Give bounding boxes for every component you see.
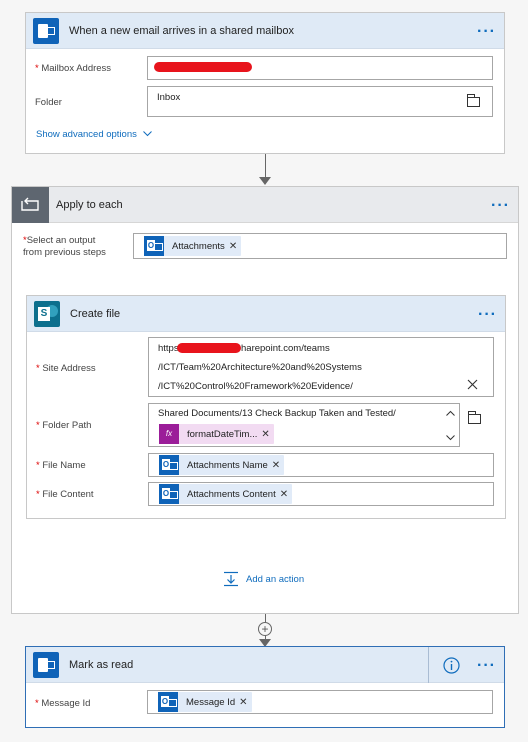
mark-as-read-title: Mark as read [69, 659, 134, 671]
outlook-icon [33, 652, 59, 678]
select-output-label-2: from previous steps [23, 247, 106, 258]
chevron-up-icon[interactable] [446, 410, 455, 416]
select-output-label-1: Select an output [26, 235, 96, 246]
file-content-label: * File Content [36, 489, 94, 500]
token-label: Message Id [186, 696, 236, 708]
outlook-icon [159, 455, 179, 475]
loop-icon [12, 187, 49, 223]
folder-path-label-text: Folder Path [42, 420, 92, 431]
mark-as-read-header[interactable]: Mark as read ··· [26, 647, 504, 683]
folder-input[interactable]: Inbox [147, 86, 493, 117]
expression-icon [159, 424, 179, 444]
site-address-label: * Site Address [36, 363, 96, 374]
file-name-input[interactable]: Attachments Name ✕ [148, 453, 494, 477]
mailbox-label: * Mailbox Address [35, 63, 112, 74]
outlook-icon [33, 18, 59, 44]
trigger-card: When a new email arrives in a shared mai… [25, 12, 505, 154]
apply-title: Apply to each [56, 199, 123, 211]
file-content-label-text: File Content [42, 489, 94, 500]
add-action-icon [224, 571, 238, 587]
connector-line [265, 154, 266, 178]
folder-path-label: * Folder Path [36, 420, 92, 431]
apply-header[interactable]: Apply to each ··· [12, 187, 518, 223]
close-icon[interactable] [467, 379, 478, 390]
token-label: Attachments [172, 240, 225, 252]
folder-path-text: Shared Documents/13 Check Backup Taken a… [158, 408, 396, 419]
remove-token-button[interactable]: ✕ [261, 429, 273, 440]
create-file-menu-button[interactable]: ··· [478, 307, 497, 323]
apply-menu-button[interactable]: ··· [491, 198, 510, 214]
header-divider [428, 647, 429, 683]
token-label: Attachments Content [187, 488, 276, 500]
select-output-input[interactable]: Attachments ✕ [133, 233, 507, 259]
site-line-3: /ICT%20Control%20Framework%20Evidence/ [158, 381, 353, 392]
outlook-icon [158, 692, 178, 712]
apply-to-each-card: Apply to each ··· *Select an output from … [11, 186, 519, 614]
redaction-mark [154, 62, 252, 72]
file-name-label: * File Name [36, 460, 86, 471]
mark-as-read-menu-button[interactable]: ··· [477, 658, 496, 674]
folder-icon[interactable] [468, 411, 481, 424]
remove-token-button[interactable]: ✕ [272, 460, 284, 471]
connector-arrow [259, 177, 271, 185]
mailbox-label-text: Mailbox Address [41, 63, 112, 74]
message-id-label-text: Message Id [41, 698, 91, 709]
folder-path-input[interactable]: Shared Documents/13 Check Backup Taken a… [148, 403, 460, 447]
remove-token-button[interactable]: ✕ [239, 697, 251, 708]
outlook-icon [159, 484, 179, 504]
expression-token[interactable]: formatDateTim... ✕ [159, 424, 274, 444]
site-line-2: /ICT/Team%20Architecture%20and%20Systems [158, 362, 362, 373]
select-output-label: *Select an output from previous steps [23, 235, 106, 258]
attachments-name-token[interactable]: Attachments Name ✕ [159, 455, 285, 475]
show-advanced-options-link[interactable]: Show advanced options [36, 129, 152, 140]
remove-token-button[interactable]: ✕ [280, 489, 292, 500]
folder-value: Inbox [157, 92, 181, 103]
advanced-link-text: Show advanced options [36, 129, 137, 140]
mark-as-read-card: Mark as read ··· * Message Id Message Id… [25, 646, 505, 728]
info-icon[interactable] [443, 657, 460, 674]
add-action-label: Add an action [246, 574, 305, 585]
site-line-1-prefix: https [158, 343, 179, 354]
site-address-input[interactable]: https harepoint.com/teams /ICT/Team%20Ar… [148, 337, 494, 397]
token-label: formatDateTim... [187, 428, 258, 440]
folder-label: Folder [35, 97, 62, 108]
site-label-text: Site Address [42, 363, 96, 374]
folder-icon[interactable] [467, 94, 480, 107]
file-name-label-text: File Name [42, 460, 86, 471]
attachments-token[interactable]: Attachments ✕ [144, 236, 242, 256]
plus-circle-icon[interactable]: + [258, 622, 272, 636]
remove-token-button[interactable]: ✕ [229, 241, 241, 252]
message-id-input[interactable]: Message Id ✕ [147, 690, 493, 714]
trigger-menu-button[interactable]: ··· [477, 24, 496, 40]
chevron-down-icon [142, 131, 152, 137]
token-label: Attachments Name [187, 459, 268, 471]
create-file-title: Create file [70, 308, 121, 320]
chevron-down-icon[interactable] [446, 435, 455, 441]
attachments-content-token[interactable]: Attachments Content ✕ [159, 484, 293, 504]
redaction-mark [177, 343, 241, 353]
trigger-title: When a new email arrives in a shared mai… [69, 25, 294, 37]
site-line-1-suffix: harepoint.com/teams [241, 343, 330, 354]
create-file-header[interactable]: S Create file ··· [27, 296, 505, 332]
add-action-button[interactable]: Add an action [223, 571, 333, 587]
trigger-header[interactable]: When a new email arrives in a shared mai… [26, 13, 504, 49]
mailbox-input[interactable] [147, 56, 493, 80]
sharepoint-icon: S [34, 301, 60, 327]
message-id-label: * Message Id [35, 698, 91, 709]
create-file-card: S Create file ··· * Site Address https h… [26, 295, 506, 519]
file-content-input[interactable]: Attachments Content ✕ [148, 482, 494, 506]
outlook-icon [144, 236, 164, 256]
message-id-token[interactable]: Message Id ✕ [158, 692, 252, 712]
